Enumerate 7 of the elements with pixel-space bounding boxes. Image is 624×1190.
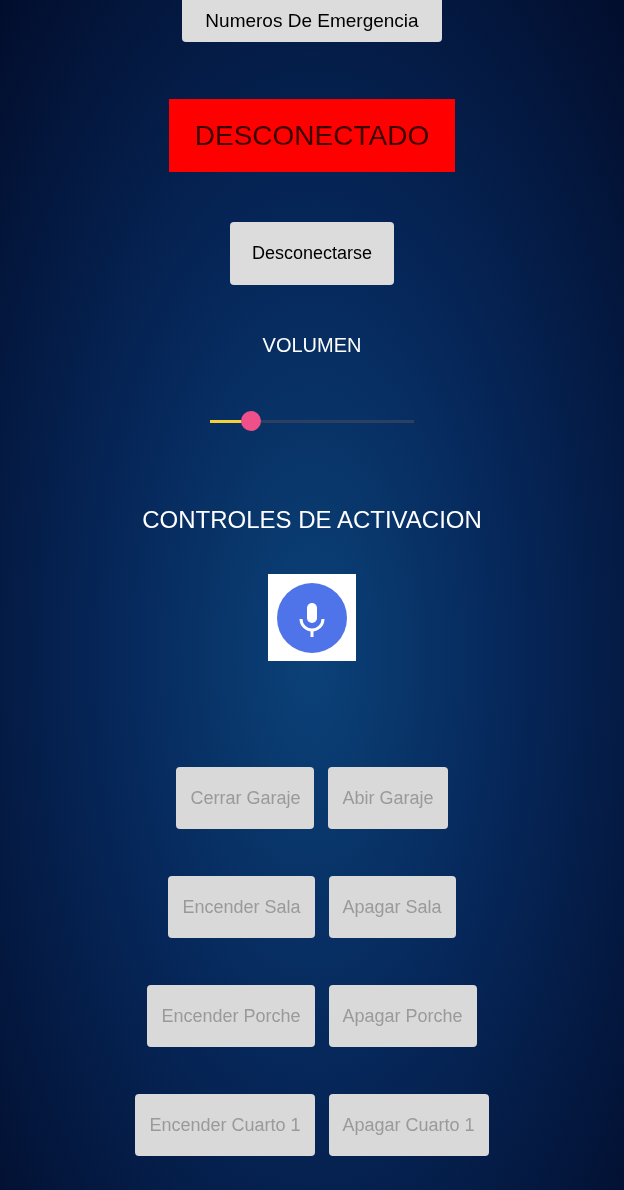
emergency-numbers-button[interactable]: Numeros De Emergencia [182,0,442,42]
controls-title: CONTROLES DE ACTIVACION [142,505,482,535]
status-indicator: DESCONECTADO [169,99,455,172]
volume-label: VOLUMEN [262,333,362,358]
disconnect-button[interactable]: Desconectarse [230,222,394,285]
microphone-button[interactable] [268,574,356,661]
microphone-icon [277,582,347,653]
